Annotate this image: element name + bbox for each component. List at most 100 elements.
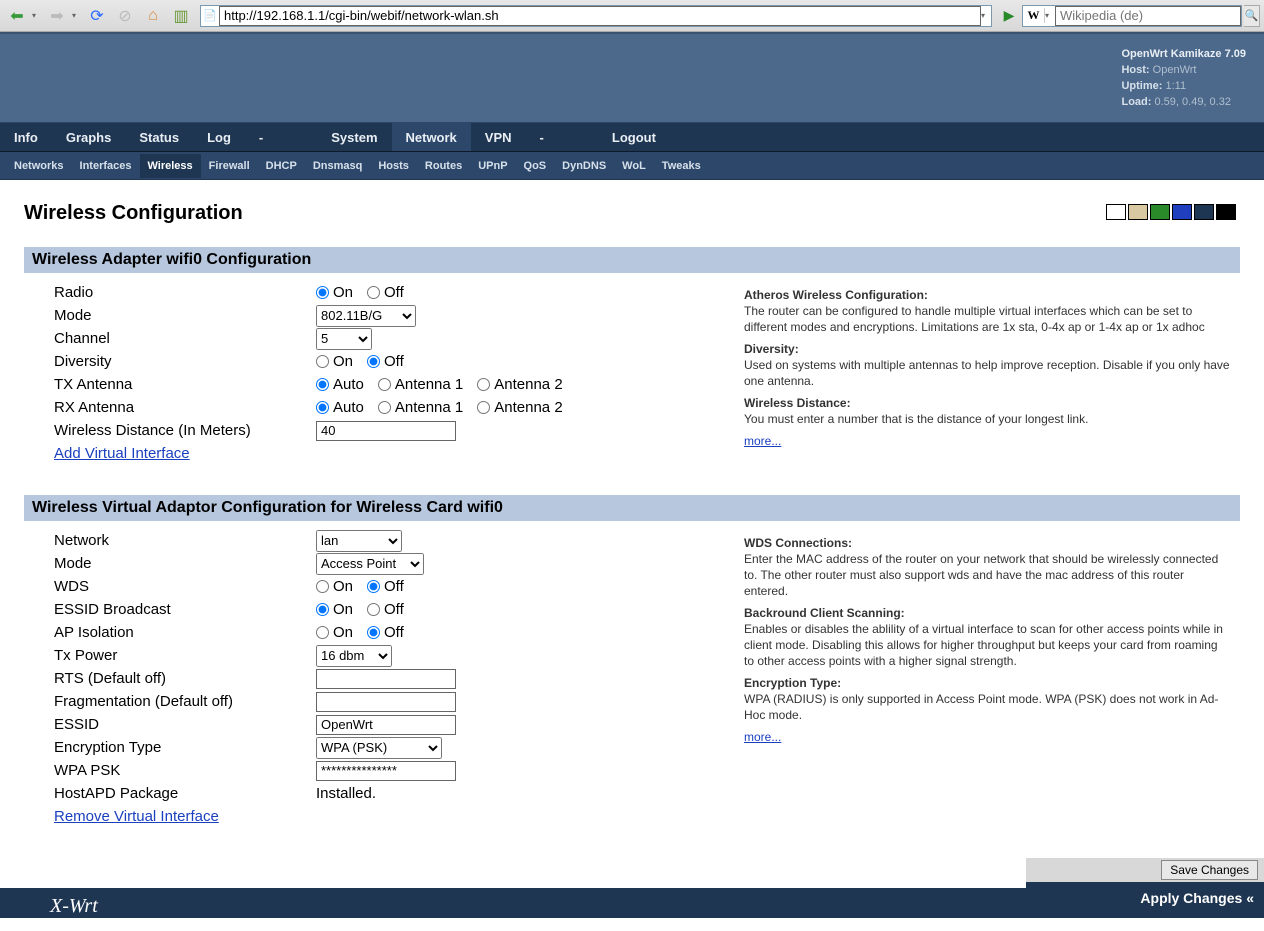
go-button[interactable]: ▶ [998, 5, 1020, 27]
subnav-wol[interactable]: WoL [614, 154, 654, 178]
stop-button[interactable]: ⊘ [112, 3, 138, 29]
save-changes-button[interactable]: Save Changes [1161, 860, 1258, 880]
mainnav-graphs[interactable]: Graphs [52, 123, 126, 151]
product-name: OpenWrt Kamikaze 7.09 [1121, 46, 1246, 62]
subnav-wireless[interactable]: Wireless [140, 154, 201, 178]
section-virtual-header: Wireless Virtual Adaptor Configuration f… [24, 495, 1240, 521]
channel-select[interactable]: 5 [316, 328, 372, 350]
essidb-off[interactable] [367, 603, 380, 616]
apiso-on[interactable] [316, 626, 329, 639]
tx-ant1[interactable] [378, 378, 391, 391]
forward-dropdown[interactable]: ▾ [72, 11, 82, 20]
channel-label: Channel [54, 330, 316, 347]
mainnav-log[interactable]: Log [193, 123, 245, 151]
add-virtual-interface-link[interactable]: Add Virtual Interface [54, 445, 190, 462]
hostapd-value: Installed. [316, 785, 376, 802]
footer-brand: X-Wrt [0, 888, 1026, 918]
forward-button[interactable]: ➡ [44, 3, 70, 29]
radio-on[interactable] [316, 286, 329, 299]
section-virtual-body: Network lan Mode Access Point WDS On Off… [24, 529, 1240, 828]
theme-swatch[interactable] [1172, 204, 1192, 220]
mainnav-status[interactable]: Status [125, 123, 193, 151]
mainnav-network[interactable]: Network [392, 123, 471, 151]
theme-swatch[interactable] [1150, 204, 1170, 220]
subnav-dnsmasq[interactable]: Dnsmasq [305, 154, 371, 178]
subnav-tweaks[interactable]: Tweaks [654, 154, 709, 178]
psk-input[interactable] [316, 761, 456, 781]
subnav-firewall[interactable]: Firewall [201, 154, 258, 178]
page-title: Wireless Configuration [24, 202, 1240, 225]
mode-label: Mode [54, 307, 316, 324]
virtual-form: Network lan Mode Access Point WDS On Off… [54, 529, 744, 828]
mainnav-logout[interactable]: Logout [598, 123, 670, 151]
mainnav-system[interactable]: System [317, 123, 391, 151]
essid-input[interactable] [316, 715, 456, 735]
wds-label: WDS [54, 578, 316, 595]
subnav-interfaces[interactable]: Interfaces [72, 154, 140, 178]
theme-swatch[interactable] [1194, 204, 1214, 220]
frag-input[interactable] [316, 692, 456, 712]
subnav-networks[interactable]: Networks [6, 154, 72, 178]
back-dropdown[interactable]: ▾ [32, 11, 42, 20]
theme-swatch[interactable] [1128, 204, 1148, 220]
rx-ant2[interactable] [477, 401, 490, 414]
wds-on[interactable] [316, 580, 329, 593]
diversity-on[interactable] [316, 355, 329, 368]
txpower-label: Tx Power [54, 647, 316, 664]
distance-input[interactable] [316, 421, 456, 441]
page-content: Wireless Configuration Wireless Adapter … [0, 180, 1264, 828]
apiso-label: AP Isolation [54, 624, 316, 641]
adapter-more-link[interactable]: more... [744, 434, 781, 448]
url-input[interactable] [219, 6, 981, 26]
back-button[interactable]: ⬅ [4, 3, 30, 29]
virtual-more-link[interactable]: more... [744, 730, 781, 744]
essidb-on[interactable] [316, 603, 329, 616]
rx-auto[interactable] [316, 401, 329, 414]
apiso-off[interactable] [367, 626, 380, 639]
search-engine-dropdown[interactable]: ▾ [1045, 11, 1055, 20]
home-button[interactable]: ⌂ [140, 3, 166, 29]
remove-virtual-interface-link[interactable]: Remove Virtual Interface [54, 808, 219, 825]
rts-input[interactable] [316, 669, 456, 689]
newtab-button[interactable]: ▥ [168, 3, 194, 29]
reload-button[interactable]: ⟳ [84, 3, 110, 29]
wds-off[interactable] [367, 580, 380, 593]
mode-select[interactable]: 802.11B/G [316, 305, 416, 327]
search-engine-icon[interactable]: W [1023, 8, 1045, 23]
header-info: OpenWrt Kamikaze 7.09 Host: OpenWrt Upti… [1121, 46, 1246, 110]
mainnav-vpn[interactable]: VPN [471, 123, 526, 151]
url-dropdown[interactable]: ▾ [981, 11, 991, 20]
adapter-form: Radio On Off Mode 802.11B/G Channel 5 Di… [54, 281, 744, 465]
mainnav-info[interactable]: Info [0, 123, 52, 151]
tx-ant2[interactable] [477, 378, 490, 391]
tx-auto[interactable] [316, 378, 329, 391]
vmode-select[interactable]: Access Point [316, 553, 424, 575]
diversity-off[interactable] [367, 355, 380, 368]
apply-changes-link[interactable]: Apply Changes « [1026, 882, 1264, 914]
network-select[interactable]: lan [316, 530, 402, 552]
search-go-button[interactable]: 🔍 [1244, 5, 1260, 27]
browser-toolbar: ⬅ ▾ ➡ ▾ ⟳ ⊘ ⌂ ▥ 📄 ▾ ▶ W ▾ 🔍 [0, 0, 1264, 32]
essidb-label: ESSID Broadcast [54, 601, 316, 618]
theme-swatch[interactable] [1106, 204, 1126, 220]
radio-off[interactable] [367, 286, 380, 299]
vmode-label: Mode [54, 555, 316, 572]
theme-swatch[interactable] [1216, 204, 1236, 220]
radio-label: Radio [54, 284, 316, 301]
enc-select[interactable]: WPA (PSK) [316, 737, 442, 759]
section-adapter-body: Radio On Off Mode 802.11B/G Channel 5 Di… [24, 281, 1240, 465]
subnav-dhcp[interactable]: DHCP [258, 154, 305, 178]
subnav-routes[interactable]: Routes [417, 154, 470, 178]
rx-ant1[interactable] [378, 401, 391, 414]
search-input[interactable] [1055, 6, 1241, 26]
txpower-select[interactable]: 16 dbm [316, 645, 392, 667]
diversity-label: Diversity [54, 353, 316, 370]
adapter-help: Atheros Wireless Configuration: The rout… [744, 281, 1240, 465]
url-bar[interactable]: 📄 ▾ [200, 5, 992, 27]
sub-nav: NetworksInterfacesWirelessFirewallDHCPDn… [0, 152, 1264, 180]
search-bar[interactable]: W ▾ [1022, 5, 1242, 27]
subnav-upnp[interactable]: UPnP [470, 154, 515, 178]
subnav-dyndns[interactable]: DynDNS [554, 154, 614, 178]
subnav-qos[interactable]: QoS [516, 154, 555, 178]
subnav-hosts[interactable]: Hosts [370, 154, 417, 178]
